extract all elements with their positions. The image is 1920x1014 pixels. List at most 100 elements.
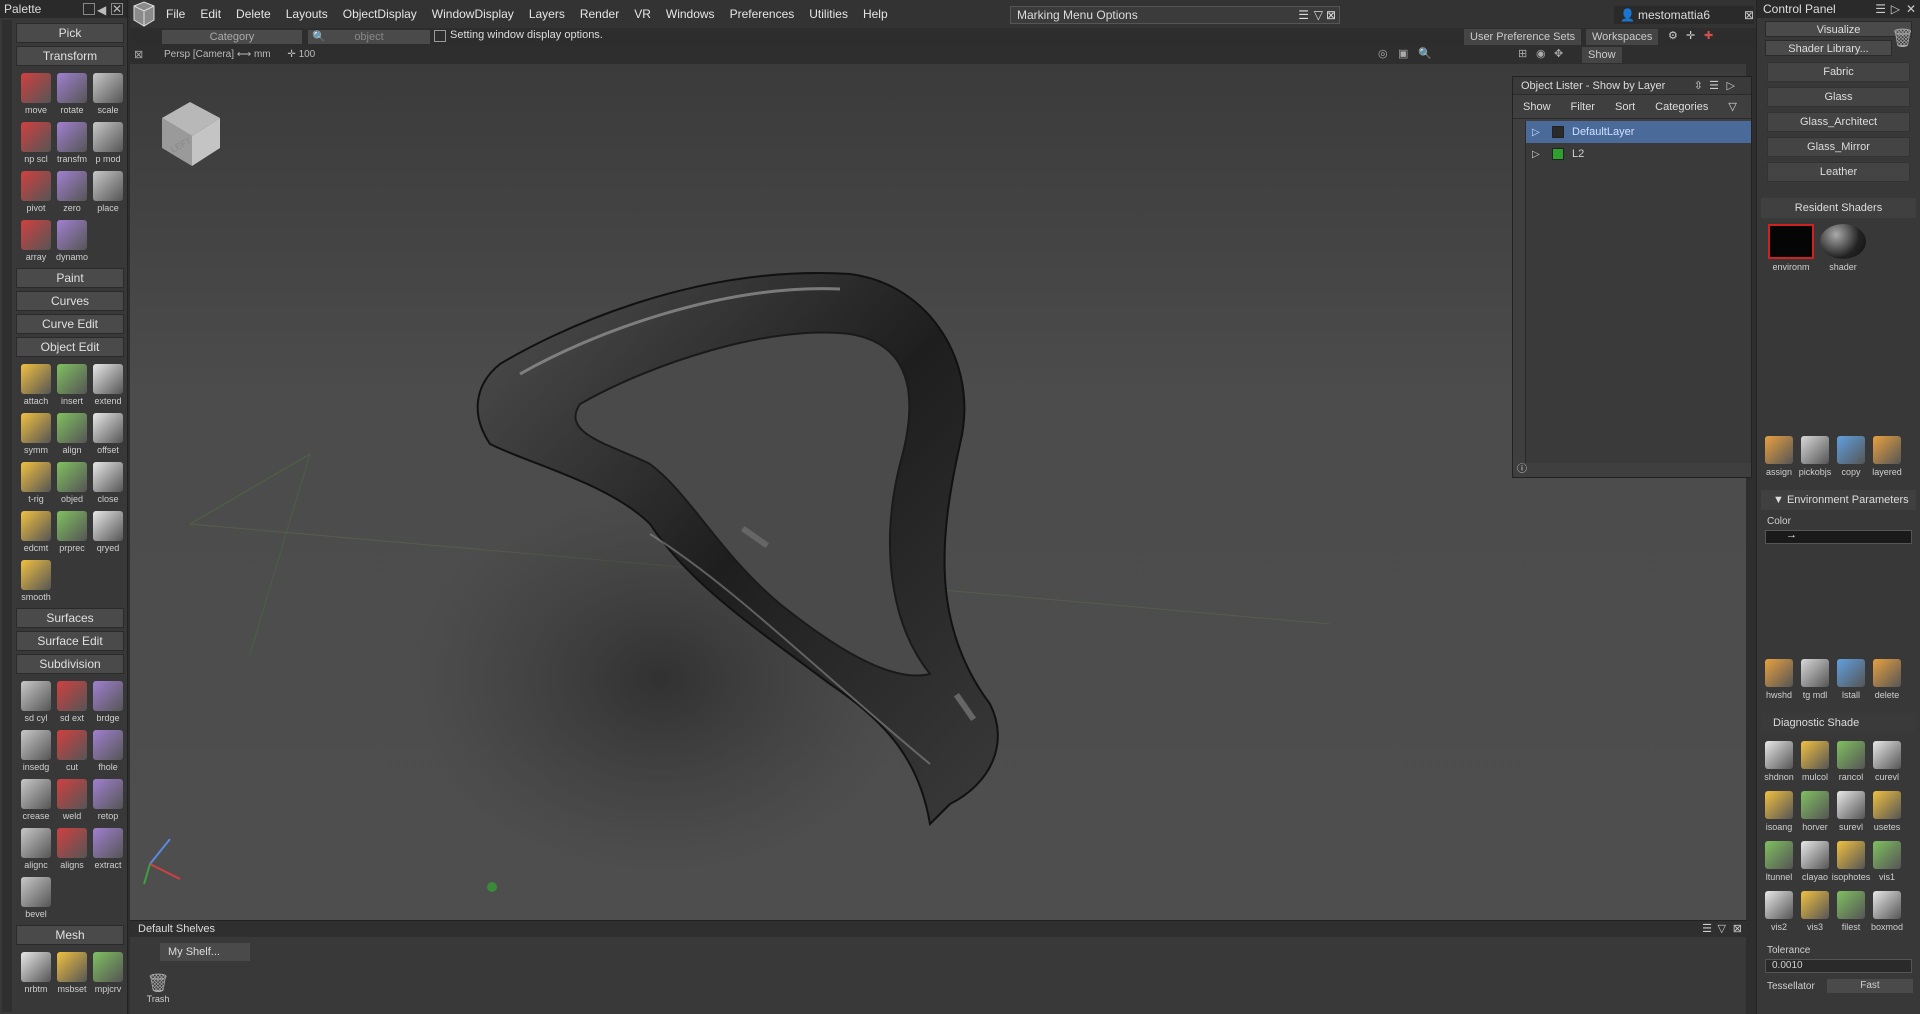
tool-button[interactable]: vis1 bbox=[1869, 837, 1905, 887]
mm-menu-icon[interactable]: ☰ bbox=[1298, 7, 1309, 23]
layer-color-swatch[interactable] bbox=[1552, 148, 1564, 160]
cp-close-icon[interactable]: ✕ bbox=[1906, 0, 1916, 18]
menu-item[interactable]: Windows bbox=[666, 7, 715, 21]
category-field[interactable]: Category bbox=[162, 30, 302, 44]
tool-button[interactable]: extract bbox=[90, 824, 126, 873]
menu-item[interactable]: Render bbox=[580, 7, 619, 21]
layer-color-swatch[interactable] bbox=[1552, 126, 1564, 138]
tool-button[interactable]: curevl bbox=[1869, 737, 1905, 787]
tool-button[interactable]: qryed bbox=[90, 507, 126, 556]
shelf-close-icon[interactable]: ⊠ bbox=[1733, 921, 1742, 937]
expand-triangle-icon[interactable]: ▷ bbox=[1532, 127, 1540, 138]
shader-library-dropdown[interactable]: Shader Library... bbox=[1765, 40, 1892, 56]
tool-button[interactable]: mpjcrv bbox=[90, 948, 126, 997]
tool-button[interactable]: horver bbox=[1797, 787, 1833, 837]
tool-button[interactable]: symm bbox=[18, 409, 54, 458]
section-surface-edit[interactable]: Surface Edit bbox=[16, 631, 124, 651]
tool-button[interactable]: usetes bbox=[1869, 787, 1905, 837]
menu-item[interactable]: VR bbox=[634, 7, 651, 21]
tool-button[interactable]: msbset bbox=[54, 948, 90, 997]
tool-button[interactable]: rancol bbox=[1833, 737, 1869, 787]
info-icon[interactable]: ⓘ bbox=[1517, 460, 1527, 475]
tool-button[interactable]: isophotes bbox=[1832, 837, 1870, 887]
tool-button[interactable]: place bbox=[90, 167, 126, 216]
tool-button[interactable]: aligns bbox=[54, 824, 90, 873]
tool-button[interactable]: alignc bbox=[18, 824, 54, 873]
workspace-icon-3[interactable]: ✚ bbox=[1704, 29, 1713, 42]
camera-tool-icon-3[interactable]: 🔍 bbox=[1418, 47, 1432, 60]
marking-menu-options[interactable]: Marking Menu Options ☰ ▽ ⊠ bbox=[1010, 6, 1340, 24]
tool-button[interactable]: pickobjs bbox=[1797, 432, 1833, 482]
tool-button[interactable]: crease bbox=[18, 775, 54, 824]
tool-button[interactable]: copy bbox=[1833, 432, 1869, 482]
close-icon[interactable]: ✕ bbox=[111, 3, 123, 15]
trash-icon[interactable]: 🗑 bbox=[1891, 28, 1914, 49]
tool-button[interactable]: assign bbox=[1761, 432, 1797, 482]
tool-button[interactable]: bevel bbox=[18, 873, 54, 922]
tool-button[interactable]: weld bbox=[54, 775, 90, 824]
tool-button[interactable]: np scl bbox=[18, 118, 54, 167]
show-button[interactable]: Show bbox=[1582, 47, 1622, 63]
resident-shader-environment[interactable]: environm bbox=[1765, 222, 1817, 272]
tool-button[interactable]: lstall bbox=[1833, 655, 1869, 705]
tool-button[interactable]: sd ext bbox=[54, 677, 90, 726]
section-paint[interactable]: Paint bbox=[16, 268, 124, 288]
tool-button[interactable]: rotate bbox=[54, 69, 90, 118]
menu-item[interactable]: Utilities bbox=[809, 7, 848, 21]
section-object-edit[interactable]: Object Edit bbox=[16, 337, 124, 357]
user-preference-sets-button[interactable]: User Preference Sets bbox=[1464, 29, 1582, 45]
menu-item[interactable]: File bbox=[166, 7, 185, 21]
mode-dropdown[interactable]: Visualize bbox=[1765, 21, 1912, 37]
tool-button[interactable]: filest bbox=[1833, 887, 1869, 937]
menu-item[interactable]: Layers bbox=[529, 7, 565, 21]
palette-scrollbar[interactable] bbox=[2, 20, 12, 1012]
tool-button[interactable]: dynamo bbox=[54, 216, 90, 265]
camera-tool-icon-6[interactable]: ✥ bbox=[1554, 47, 1563, 60]
environment-parameters-header[interactable]: ▼ Environment Parameters bbox=[1761, 490, 1916, 510]
tool-button[interactable]: pivot bbox=[18, 167, 54, 216]
menu-item[interactable]: Edit bbox=[200, 7, 221, 21]
lister-arrow-icon[interactable]: ▷ bbox=[1727, 77, 1735, 95]
shelf-menu-icon[interactable]: ☰ bbox=[1702, 921, 1712, 937]
workspace-icon-1[interactable]: ⚙ bbox=[1668, 29, 1678, 42]
shader-library-item[interactable]: Glass_Architect bbox=[1767, 112, 1910, 132]
tool-button[interactable]: cut bbox=[54, 726, 90, 775]
section-mesh[interactable]: Mesh bbox=[16, 925, 124, 945]
menu-icon[interactable] bbox=[83, 3, 95, 15]
tool-button[interactable]: isoang bbox=[1761, 787, 1797, 837]
tool-button[interactable]: delete bbox=[1869, 655, 1905, 705]
tool-button[interactable]: sd cyl bbox=[18, 677, 54, 726]
tessellator-dropdown[interactable]: Fast bbox=[1827, 979, 1913, 993]
tool-button[interactable]: extend bbox=[90, 360, 126, 409]
tool-button[interactable]: layered bbox=[1869, 432, 1905, 482]
section-transform[interactable]: Transform bbox=[16, 46, 124, 66]
tool-button[interactable]: shdnon bbox=[1761, 737, 1797, 787]
shelf-tab-my-shelf[interactable]: My Shelf... bbox=[160, 943, 250, 961]
camera-tool-icon-5[interactable]: ◉ bbox=[1536, 47, 1546, 60]
tool-button[interactable]: array bbox=[18, 216, 54, 265]
tolerance-input[interactable]: 0.0010 bbox=[1765, 959, 1912, 973]
tool-button[interactable]: boxmod bbox=[1869, 887, 1905, 937]
menu-item[interactable]: Delete bbox=[236, 7, 271, 21]
tool-button[interactable]: vis3 bbox=[1797, 887, 1833, 937]
shelf-item-trash[interactable]: 🗑 Trash bbox=[144, 973, 172, 1004]
camera-tool-icon-2[interactable]: ▣ bbox=[1398, 47, 1408, 60]
camera-tool-icon-4[interactable]: ⊞ bbox=[1518, 47, 1527, 60]
tool-button[interactable]: mulcol bbox=[1797, 737, 1833, 787]
mm-dropdown-icon[interactable]: ▽ bbox=[1314, 7, 1323, 23]
mm-close-icon[interactable]: ⊠ bbox=[1326, 7, 1336, 23]
color-field[interactable]: → bbox=[1765, 529, 1912, 544]
tool-button[interactable]: objed bbox=[54, 458, 90, 507]
lister-tab[interactable]: Filter bbox=[1571, 101, 1595, 113]
tool-button[interactable]: zero bbox=[54, 167, 90, 216]
workspaces-button[interactable]: Workspaces bbox=[1586, 29, 1659, 45]
section-subdivision[interactable]: Subdivision bbox=[16, 654, 124, 674]
tool-button[interactable]: brdge bbox=[90, 677, 126, 726]
user-account[interactable]: 👤 mestomattia6 bbox=[1614, 6, 1754, 24]
menu-item[interactable]: WindowDisplay bbox=[432, 7, 514, 21]
tool-button[interactable]: scale bbox=[90, 69, 126, 118]
object-search-field[interactable]: 🔍 object bbox=[308, 30, 430, 44]
workspace-icon-2[interactable]: ✛ bbox=[1686, 29, 1695, 42]
shader-library-item[interactable]: Fabric bbox=[1767, 62, 1910, 82]
shader-library-item[interactable]: Glass bbox=[1767, 87, 1910, 107]
